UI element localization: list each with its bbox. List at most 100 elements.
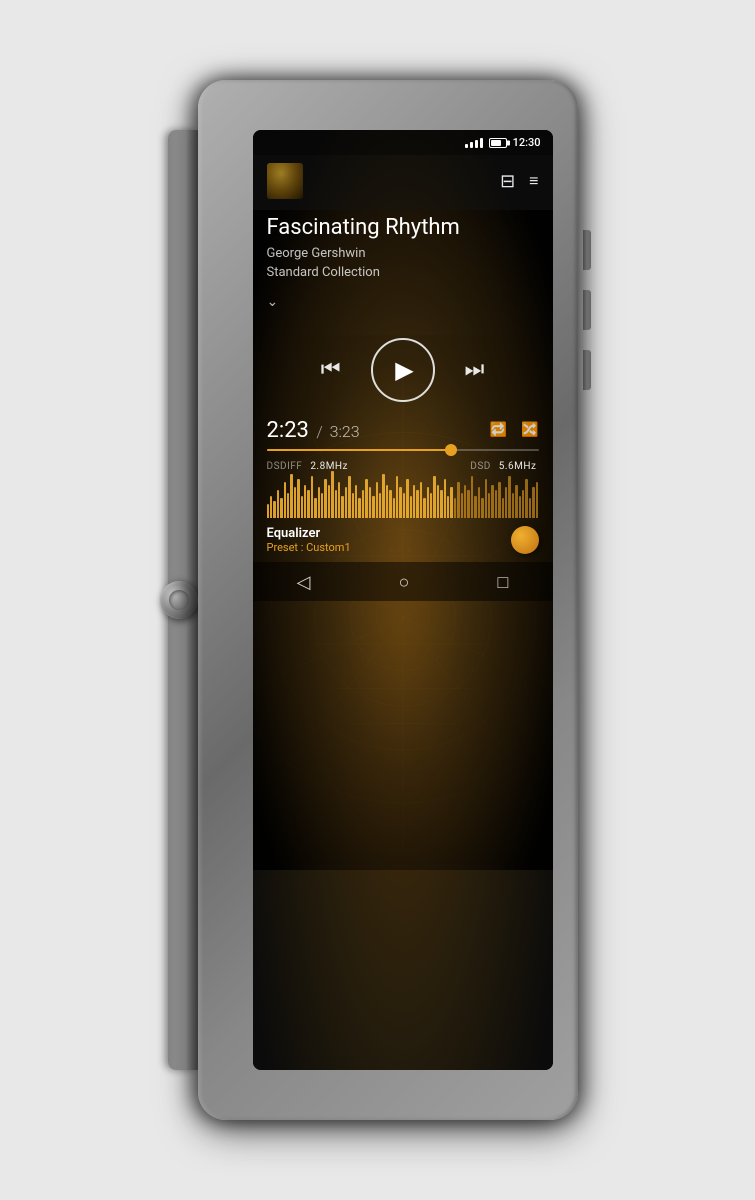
waveform-bar	[519, 496, 521, 518]
waveform-bar	[430, 493, 432, 518]
waveform-bar	[491, 485, 493, 518]
battery-fill	[491, 140, 502, 146]
play-icon: ▶	[395, 356, 413, 384]
waveform-bar	[389, 490, 391, 518]
waveform-bar	[454, 498, 456, 518]
shuffle-icon[interactable]: 🔀	[521, 422, 538, 438]
waveform-bar	[328, 485, 330, 518]
waveform-bar	[461, 493, 463, 518]
waveform-bar	[277, 490, 279, 518]
time-icons: 🔁 🔀	[490, 422, 539, 438]
waveform-bar	[396, 476, 398, 518]
repeat-icon[interactable]: 🔁	[490, 422, 507, 438]
waveform-bar	[437, 485, 439, 518]
waveform-bar	[348, 476, 350, 518]
album-thumbnail[interactable]	[267, 163, 303, 199]
waveform-bar	[444, 479, 446, 518]
waveform-bar	[345, 487, 347, 518]
total-time: 3:23	[330, 422, 360, 441]
waveform-bar	[304, 485, 306, 518]
progress-bar-container[interactable]	[253, 449, 553, 457]
waveform-bar	[369, 487, 371, 518]
waveform-bar	[522, 490, 524, 518]
volume-knob[interactable]	[160, 581, 198, 619]
time-display: 2:23 / 3:23	[267, 418, 360, 443]
chevron-down[interactable]: ⌄	[253, 286, 553, 318]
waveform-bar	[321, 493, 323, 518]
waveform-bar	[280, 498, 282, 518]
progress-track[interactable]	[267, 449, 539, 451]
screen-bezel: 12:30 ⊟ ≡ Fascinating Rhythm George Gers…	[253, 130, 553, 1070]
waveform-bar	[376, 482, 378, 518]
waveform-bar	[294, 487, 296, 518]
play-pause-button[interactable]: ▶	[371, 338, 435, 402]
waveform-bar	[341, 496, 343, 518]
waveform-bar	[406, 479, 408, 518]
waveform-bar	[488, 493, 490, 518]
waveform-bar	[267, 504, 269, 518]
waveform-bar	[536, 482, 538, 518]
waveform-bar	[515, 485, 517, 518]
top-icons: ⊟ ≡	[500, 171, 538, 192]
waveform-bar	[379, 493, 381, 518]
right-button-3[interactable]	[583, 350, 591, 390]
waveform-bar	[273, 501, 275, 518]
waveform-bar	[352, 493, 354, 518]
nav-back-button[interactable]: ◁	[297, 572, 311, 593]
edit-icon[interactable]: ⊟	[500, 171, 515, 192]
format-left: DSDIFF 2.8MHz	[267, 461, 351, 472]
waveform-bar	[467, 490, 469, 518]
waveform-bar	[471, 476, 473, 518]
album-thumb-art	[267, 163, 303, 199]
top-bar: ⊟ ≡	[253, 155, 553, 207]
waveform-bar	[358, 498, 360, 518]
format-left-label: DSDIFF	[267, 461, 303, 472]
waveform-bar	[485, 479, 487, 518]
eq-knob[interactable]	[511, 526, 539, 554]
eq-preset-label: Preset :	[267, 541, 304, 554]
device-body: 12:30 ⊟ ≡ Fascinating Rhythm George Gers…	[198, 80, 578, 1120]
eq-label: Equalizer	[267, 526, 351, 541]
waveform-bar	[525, 479, 527, 518]
device: HIGH-RESOLUTION AUDIO PLAYER	[168, 50, 588, 1150]
screen: 12:30 ⊟ ≡ Fascinating Rhythm George Gers…	[253, 130, 553, 1070]
waveform-bar	[335, 490, 337, 518]
waveform-bar	[495, 490, 497, 518]
waveform-bar	[318, 487, 320, 518]
nav-home-button[interactable]: ○	[399, 572, 410, 593]
nav-recent-button[interactable]: □	[498, 572, 509, 593]
waveform-bar	[464, 485, 466, 518]
signal-bar-3	[475, 140, 478, 148]
progress-thumb	[445, 444, 457, 456]
right-button-2[interactable]	[583, 290, 591, 330]
waveform-bar	[450, 487, 452, 518]
waveform-bar	[324, 479, 326, 518]
waveform-bar	[399, 487, 401, 518]
song-title: Fascinating Rhythm	[267, 215, 539, 241]
previous-button[interactable]: ⏮	[321, 357, 341, 382]
time-separator: /	[316, 422, 326, 441]
navigation-bar: ◁ ○ □	[253, 562, 553, 601]
battery-icon	[489, 138, 507, 148]
right-button-1[interactable]	[583, 230, 591, 270]
waveform-bar	[529, 498, 531, 518]
waveform-container	[253, 474, 553, 524]
waveform-bar	[331, 471, 333, 518]
waveform-bar	[393, 498, 395, 518]
menu-icon[interactable]: ≡	[529, 171, 538, 191]
waveform-bar	[355, 485, 357, 518]
format-right-value: 5.6MHz	[499, 461, 537, 472]
battery-indicator	[489, 138, 507, 148]
waveform-bar	[413, 485, 415, 518]
progress-fill	[267, 449, 452, 451]
waveform-bar	[532, 487, 534, 518]
device-left-side: HIGH-RESOLUTION AUDIO PLAYER	[168, 130, 198, 1070]
waveform-bar	[290, 474, 292, 518]
format-right-label: DSD	[470, 461, 491, 472]
eq-preset-value: Custom1	[306, 541, 351, 554]
signal-bar-1	[465, 144, 468, 148]
waveform-bar	[284, 482, 286, 518]
waveform-bar	[427, 487, 429, 518]
next-button[interactable]: ⏭	[465, 357, 485, 382]
current-time: 2:23	[267, 418, 309, 443]
